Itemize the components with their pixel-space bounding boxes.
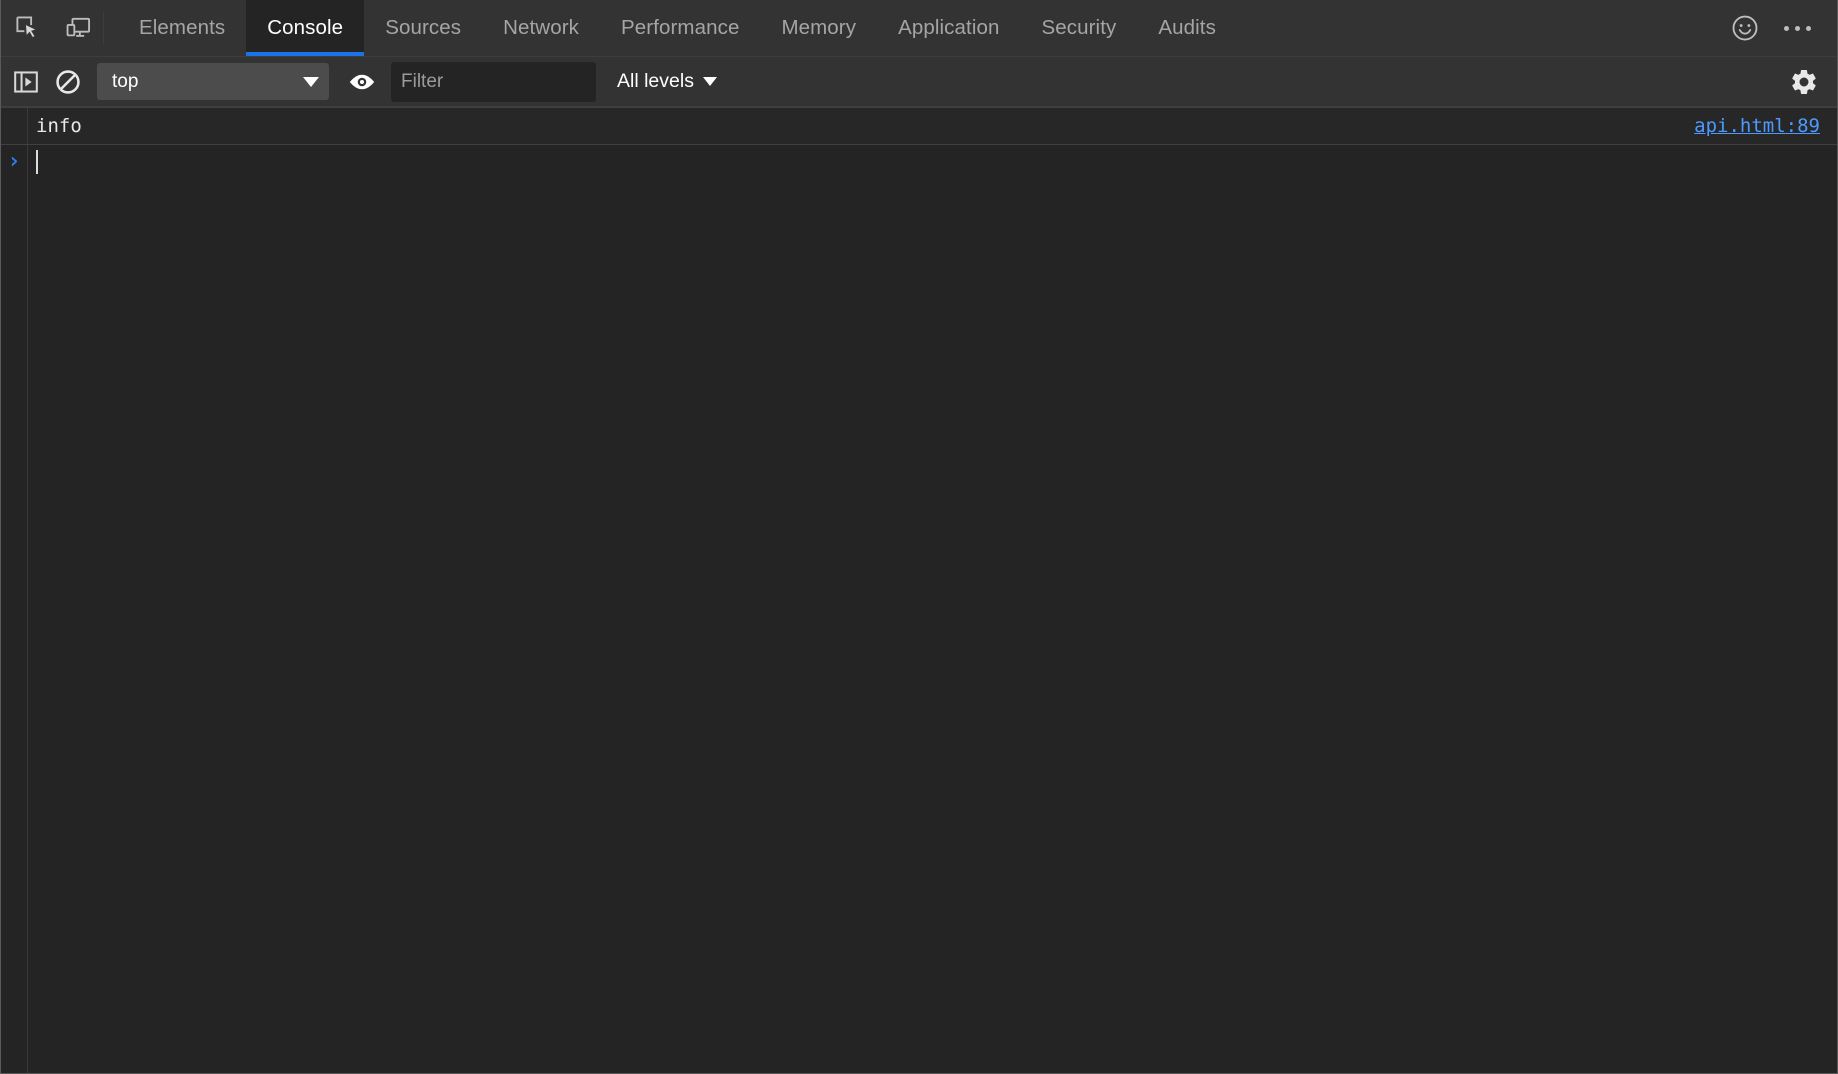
console-prompt-input[interactable] [28,147,1837,177]
tab-network[interactable]: Network [482,0,600,56]
console-sidebar-toggle-icon[interactable] [5,61,47,103]
gear-icon[interactable] [1783,61,1825,103]
tab-sources[interactable]: Sources [364,0,482,56]
tab-label: Elements [139,16,226,39]
tab-security[interactable]: Security [1020,0,1137,56]
tab-label: Security [1041,16,1117,39]
tab-elements[interactable]: Elements [118,0,246,56]
panel-tabs: Elements Console Sources Network Perform… [118,0,1237,56]
eye-icon[interactable] [339,61,385,103]
prompt-gutter: › [1,147,28,177]
device-toolbar-icon[interactable] [53,0,103,56]
tab-performance[interactable]: Performance [600,0,760,56]
console-toolbar-actions [1783,61,1837,103]
kebab-dots [1783,25,1811,31]
execution-context-value: top [112,70,139,92]
prompt-chevron-icon: › [7,149,21,174]
console-prompt-row[interactable]: › [1,145,1837,177]
tab-console[interactable]: Console [246,0,365,56]
console-message-source-link[interactable]: api.html:89 [1694,115,1820,137]
tab-audits[interactable]: Audits [1137,0,1237,56]
more-options-icon[interactable] [1771,2,1823,54]
console-gutter [1,107,28,1073]
toolbar-divider [103,12,104,44]
tab-label: Console [267,16,344,39]
tab-memory[interactable]: Memory [760,0,877,56]
tab-label: Performance [620,16,740,39]
tab-label: Audits [1158,16,1216,39]
tab-application[interactable]: Application [877,0,1020,56]
inspect-cursor-icon[interactable] [3,0,53,56]
execution-context-select[interactable]: top [97,63,329,100]
clear-console-icon[interactable] [47,61,89,103]
devtools-window: Elements Console Sources Network Perform… [0,0,1838,1074]
chevron-down-icon [303,76,319,87]
devtools-tabbar: Elements Console Sources Network Perform… [1,0,1837,57]
tabbar-actions [1719,0,1837,56]
console-message-row[interactable]: info api.html:89 [1,107,1837,145]
text-caret [36,150,38,174]
smiley-face-icon[interactable] [1719,2,1771,54]
chevron-down-icon [702,77,717,86]
filter-input-wrapper[interactable] [391,61,596,102]
log-levels-dropdown[interactable]: All levels [611,70,723,93]
console-toolbar: top All levels [1,57,1837,107]
tab-label: Application [898,16,1000,39]
console-message-area[interactable]: info api.html:89 › [1,107,1837,1073]
log-levels-label: All levels [617,70,694,92]
tab-label: Network [503,16,579,39]
tab-label: Sources [385,16,462,39]
console-message-text: info [36,115,82,137]
tab-label: Memory [781,16,857,39]
filter-input[interactable] [401,70,586,93]
message-gutter [1,108,28,144]
